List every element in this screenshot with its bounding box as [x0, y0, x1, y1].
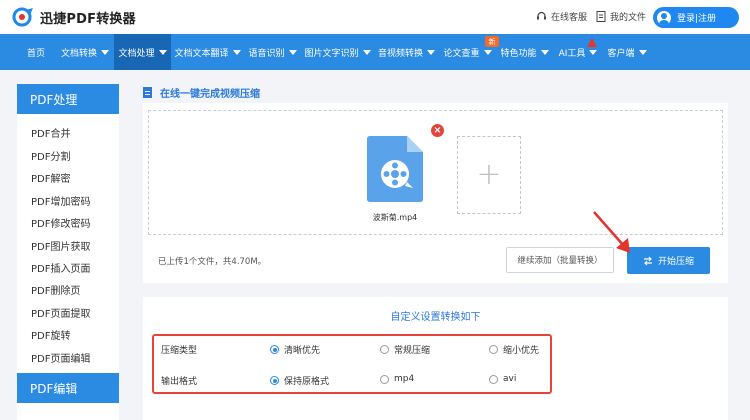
- sidebar: PDF处理 PDF合并 PDF分割 PDF解密 PDF增加密码 PDF修改密码 …: [17, 84, 119, 420]
- nav-label: 文档处理: [118, 48, 155, 59]
- user-icon: [657, 10, 671, 25]
- output-option-label: avi: [503, 374, 517, 384]
- document-icon: [143, 87, 152, 98]
- chevron-down-icon: [540, 49, 549, 55]
- sidebar-item-pdf-split[interactable]: PDF分割: [31, 148, 70, 163]
- nav-translate[interactable]: 文档文本翻译: [171, 34, 244, 70]
- nav-label: 音视频转换: [377, 48, 423, 59]
- nav-label: AI工具: [558, 48, 586, 59]
- settings-title: 自定义设置转换如下: [390, 312, 481, 323]
- page-title-text: 在线一键完成视频压缩: [160, 89, 260, 100]
- radio-unchecked-icon: [380, 345, 389, 354]
- login-register-button[interactable]: 登录|注册: [653, 7, 739, 28]
- logo-icon: [12, 7, 33, 27]
- nav-features[interactable]: 特色功能: [496, 34, 553, 70]
- sidebar-item-pdf-add-password[interactable]: PDF增加密码: [31, 193, 90, 208]
- radio-unchecked-icon: [380, 374, 389, 384]
- compress-option-label: 常规压缩: [394, 346, 431, 356]
- online-service-link[interactable]: 在线客服: [536, 10, 587, 23]
- nav-label: 语音识别: [248, 48, 285, 59]
- output-option-label: mp4: [394, 374, 415, 384]
- start-compress-button[interactable]: 开始压缩: [627, 247, 710, 274]
- my-files-link[interactable]: 我的文件: [596, 10, 646, 23]
- sidebar-item-pdf-extract-page[interactable]: PDF页面提取: [31, 305, 90, 320]
- remove-file-icon[interactable]: ×: [431, 124, 444, 137]
- video-file-icon: [367, 136, 423, 202]
- nav-av-convert[interactable]: 音视频转换: [374, 34, 439, 70]
- nav-label: 论文查重: [443, 48, 480, 59]
- my-files-label: 我的文件: [610, 13, 647, 23]
- sidebar-item-pdf-merge[interactable]: PDF合并: [31, 125, 70, 140]
- chevron-down-icon: [232, 49, 241, 55]
- sidebar-item-pdf-change-password[interactable]: PDF修改密码: [31, 215, 90, 230]
- output-option-avi[interactable]: avi: [489, 374, 516, 384]
- chevron-down-icon: [362, 49, 371, 55]
- start-compress-label: 开始压缩: [657, 257, 694, 267]
- output-option-label: 保持原格式: [284, 377, 330, 387]
- sidebar-section-pdf-process[interactable]: PDF处理: [17, 84, 119, 114]
- nav-label: 特色功能: [500, 48, 537, 59]
- nav-speech[interactable]: 语音识别: [244, 34, 301, 70]
- radio-checked-icon: [270, 345, 279, 354]
- chevron-down-icon: [589, 49, 598, 55]
- top-header: 迅捷PDF转换器 在线客服 我的文件 登录|注册: [0, 0, 750, 34]
- add-file-button[interactable]: +: [457, 136, 521, 214]
- output-option-mp4[interactable]: mp4: [380, 374, 414, 384]
- nav-label: 图片文字识别: [304, 48, 359, 59]
- compress-option-label: 缩小优先: [503, 346, 540, 356]
- radio-checked-icon: [270, 376, 279, 385]
- compress-type-label: 压缩类型: [161, 346, 198, 356]
- app-name: 迅捷PDF转换器: [40, 11, 136, 27]
- chevron-down-icon: [288, 49, 297, 55]
- nav-home[interactable]: 首页: [16, 34, 56, 70]
- red-arrow-icon: [593, 211, 630, 253]
- compress-option-smallest[interactable]: 缩小优先: [489, 343, 539, 356]
- nav-client[interactable]: 客户端: [603, 34, 651, 70]
- compress-option-label: 清晰优先: [284, 346, 321, 356]
- app-logo[interactable]: 迅捷PDF转换器: [12, 7, 136, 27]
- nav-label: 文档文本翻译: [174, 48, 229, 59]
- headset-icon: [537, 11, 546, 20]
- chevron-down-icon: [158, 49, 167, 55]
- new-badge: 新: [485, 36, 499, 47]
- nav-label: 客户端: [607, 48, 635, 59]
- plus-icon: +: [476, 157, 502, 192]
- sidebar-item-pdf-extract-images[interactable]: PDF图片获取: [31, 238, 90, 253]
- compress-option-clarity[interactable]: 清晰优先: [270, 343, 320, 356]
- nav-ocr[interactable]: 图片文字识别: [301, 34, 374, 70]
- nav-doc-convert[interactable]: 文档转换: [56, 34, 114, 70]
- online-service-label: 在线客服: [551, 13, 588, 23]
- radio-unchecked-icon: [489, 345, 498, 354]
- nav-label: 文档转换: [60, 48, 97, 59]
- radio-unchecked-icon: [489, 374, 498, 384]
- sidebar-item-pdf-rotate[interactable]: PDF旋转: [31, 327, 70, 342]
- red-arrow-up-icon: [587, 38, 597, 47]
- sidebar-item-pdf-insert-page[interactable]: PDF插入页面: [31, 260, 90, 275]
- output-format-label: 输出格式: [161, 377, 198, 387]
- chevron-down-icon: [427, 49, 435, 55]
- nav-doc-process[interactable]: 文档处理: [114, 34, 171, 70]
- chevron-down-icon: [101, 49, 109, 55]
- chevron-down-icon: [483, 49, 492, 55]
- compress-option-normal[interactable]: 常规压缩: [380, 343, 430, 356]
- page-title: 在线一键完成视频压缩: [143, 85, 260, 100]
- nav-label: 首页: [26, 48, 45, 59]
- main-nav: 首页 文档转换 文档处理 文档文本翻译 语音识别 图片文字识别 音视频转换 论文…: [0, 34, 750, 70]
- sidebar-section-pdf-edit[interactable]: PDF编辑: [17, 373, 119, 403]
- file-icon: [596, 11, 606, 22]
- sidebar-item-pdf-delete-page[interactable]: PDF删除页: [31, 282, 80, 297]
- output-option-original[interactable]: 保持原格式: [270, 374, 329, 387]
- sidebar-item-pdf-decrypt[interactable]: PDF解密: [31, 170, 70, 185]
- swap-icon: [643, 256, 652, 265]
- upload-status: 已上传1个文件，共4.70M。: [158, 257, 267, 267]
- chevron-down-icon: [638, 49, 647, 55]
- file-name: 波斯菊.mp4: [372, 213, 418, 222]
- login-label: 登录|注册: [677, 14, 717, 24]
- sidebar-item-pdf-page-edit[interactable]: PDF页面编辑: [31, 350, 90, 365]
